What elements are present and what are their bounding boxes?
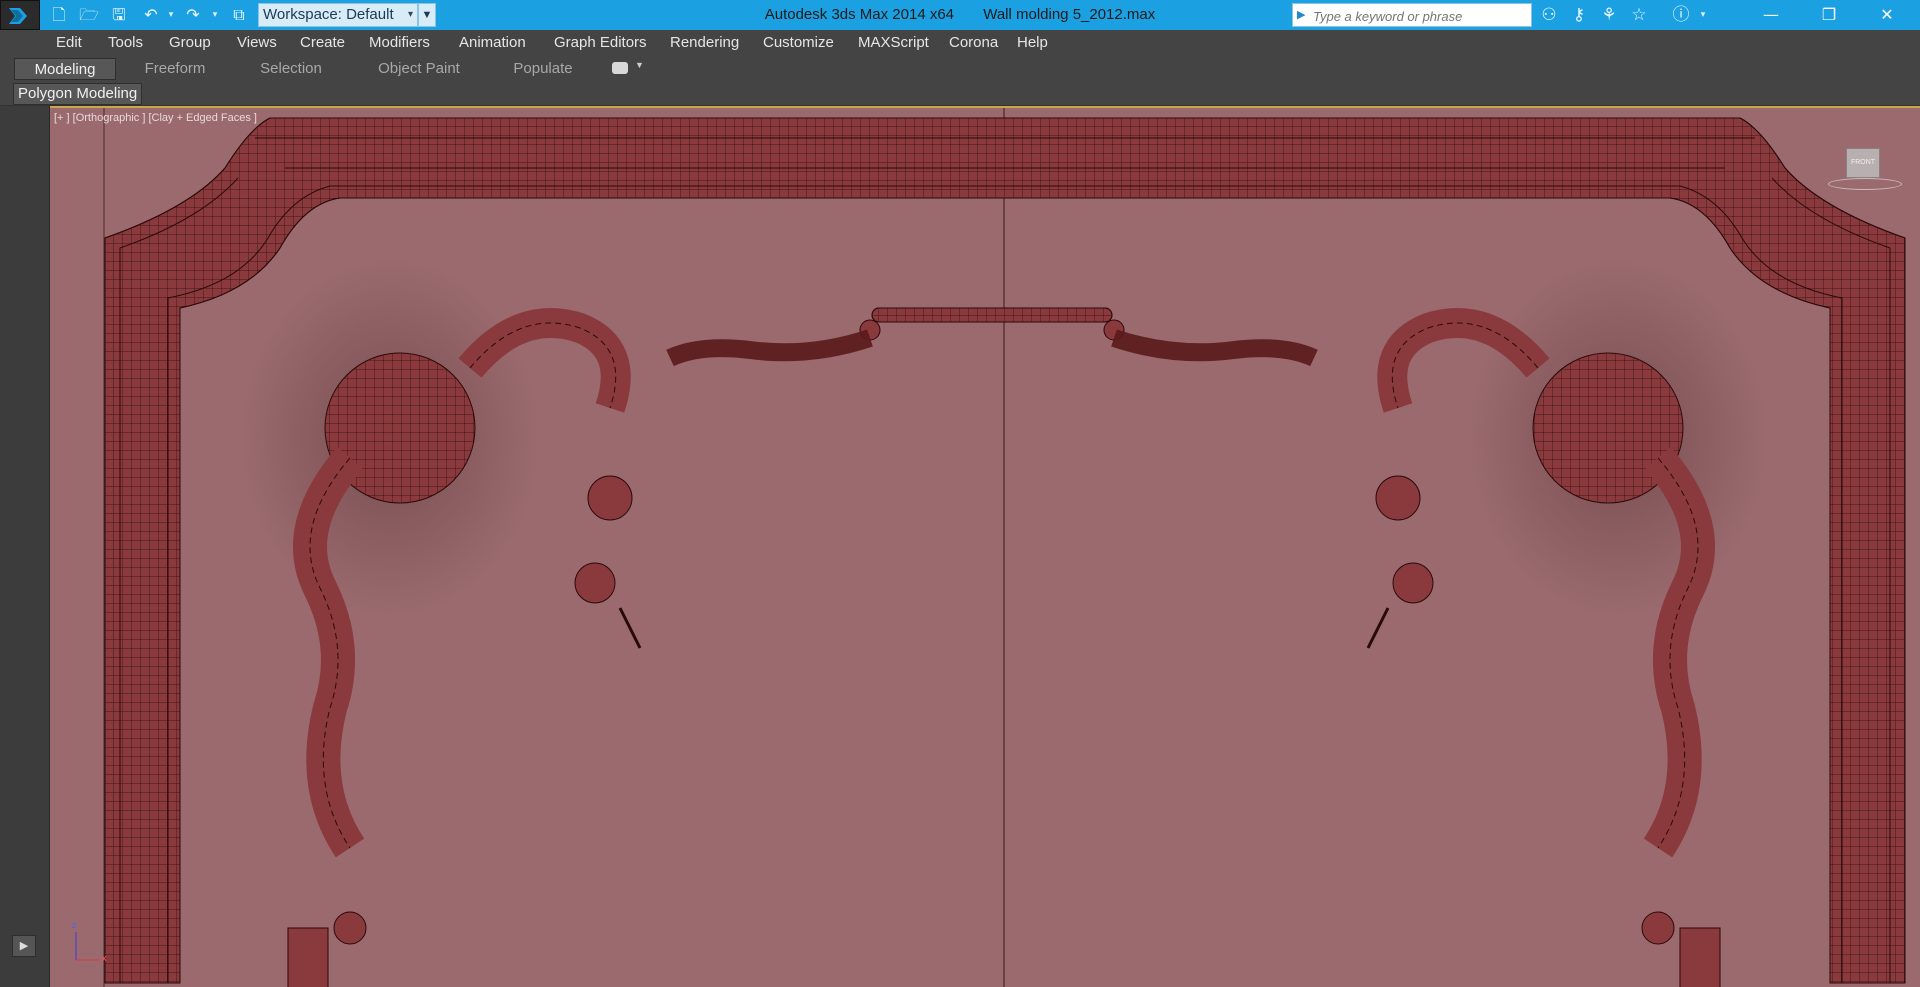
- front-viewport[interactable]: [+ ] [Orthographic ] [Clay + Edged Faces…: [50, 106, 1920, 987]
- play-icon[interactable]: ▶: [12, 935, 36, 957]
- tab-object-paint[interactable]: Object Paint: [368, 58, 470, 80]
- redo-dropdown-icon[interactable]: ▾: [204, 4, 226, 26]
- polygon-modeling-panel-button[interactable]: Polygon Modeling: [13, 83, 143, 105]
- chevron-down-icon[interactable]: ▼: [635, 60, 644, 70]
- viewport-label-menu[interactable]: [+ ] [Orthographic ] [Clay + Edged Faces…: [54, 112, 257, 124]
- 3dsmax-logo-icon: [9, 8, 27, 24]
- menu-corona[interactable]: Corona: [949, 30, 998, 56]
- chevron-down-icon: ▾: [407, 9, 413, 20]
- top-center-ornament: [666, 307, 1318, 367]
- menu-views[interactable]: Views: [237, 30, 277, 56]
- right-corner-ornament: [1366, 258, 1768, 987]
- menu-edit[interactable]: Edit: [56, 30, 82, 56]
- subscription-icon[interactable]: ⚘: [1598, 4, 1620, 26]
- help-icon[interactable]: ⓘ: [1670, 4, 1692, 26]
- file-title: Wall molding 5_2012.max: [983, 6, 1156, 23]
- menu-graph-editors[interactable]: Graph Editors: [554, 30, 647, 56]
- redo-icon[interactable]: ↷: [182, 4, 204, 26]
- menu-modifiers[interactable]: Modifiers: [369, 30, 430, 56]
- favorites-star-icon[interactable]: ☆: [1628, 4, 1650, 26]
- ribbon-tab-bar: Modeling Freeform Selection Object Paint…: [0, 56, 1920, 81]
- workspace-dropdown[interactable]: Workspace: Default ▾: [258, 3, 418, 27]
- key-icon[interactable]: ⚷: [1568, 4, 1590, 26]
- restore-button[interactable]: ❐: [1806, 0, 1852, 30]
- menu-group[interactable]: Group: [169, 30, 211, 56]
- menu-rendering[interactable]: Rendering: [670, 30, 739, 56]
- menu-customize[interactable]: Customize: [763, 30, 834, 56]
- open-file-icon[interactable]: 🗁: [78, 4, 100, 26]
- new-file-icon[interactable]: 🗋: [48, 4, 70, 26]
- tab-populate[interactable]: Populate: [492, 58, 594, 80]
- search-expand-icon[interactable]: ▶: [1297, 8, 1305, 21]
- viewcube[interactable]: FRONT: [1846, 148, 1880, 178]
- menu-maxscript[interactable]: MAXScript: [858, 30, 929, 56]
- tab-selection[interactable]: Selection: [240, 58, 342, 80]
- viewcube-compass-ring[interactable]: [1828, 178, 1902, 190]
- application-menu-button[interactable]: [0, 0, 40, 30]
- search-input[interactable]: [1311, 5, 1535, 27]
- axis-z-label: z: [72, 920, 77, 930]
- menu-bar: Edit Tools Group Views Create Modifiers …: [0, 30, 1920, 57]
- tab-modeling[interactable]: Modeling: [14, 58, 116, 80]
- undo-icon[interactable]: ↶: [140, 4, 162, 26]
- infocenter-search-box[interactable]: ▶: [1292, 3, 1535, 27]
- wall-molding-model: [103, 108, 1906, 987]
- app-title: Autodesk 3ds Max 2014 x64: [764, 6, 955, 23]
- axis-x-label: x: [102, 953, 107, 963]
- minimize-button[interactable]: —: [1748, 0, 1794, 30]
- axis-tripod: z x: [70, 920, 110, 966]
- menu-tools[interactable]: Tools: [108, 30, 143, 56]
- ribbon-panel-strip: Polygon Modeling: [0, 81, 1920, 106]
- workspace-label: Workspace: Default: [263, 6, 394, 23]
- menu-create[interactable]: Create: [300, 30, 345, 56]
- menu-animation[interactable]: Animation: [459, 30, 526, 56]
- ribbon-options-icon[interactable]: [612, 62, 628, 74]
- help-dropdown-icon[interactable]: ▾: [1692, 4, 1714, 26]
- save-icon[interactable]: 🖫: [108, 4, 130, 26]
- menu-help[interactable]: Help: [1017, 30, 1048, 56]
- project-folder-icon[interactable]: ⧉: [228, 4, 250, 26]
- close-button[interactable]: ✕: [1864, 0, 1910, 30]
- title-bar: 🗋 🗁 🖫 ↶ ▾ ↷ ▾ ⧉ Workspace: Default ▾ ▼ A…: [0, 0, 1920, 30]
- undo-dropdown-icon[interactable]: ▾: [160, 4, 182, 26]
- left-corner-ornament: [240, 258, 642, 987]
- left-side-bar: [0, 106, 50, 987]
- binoculars-icon[interactable]: ⚇: [1538, 4, 1560, 26]
- workspace-menu-arrow-button[interactable]: ▼: [418, 3, 436, 27]
- tab-freeform[interactable]: Freeform: [124, 58, 226, 80]
